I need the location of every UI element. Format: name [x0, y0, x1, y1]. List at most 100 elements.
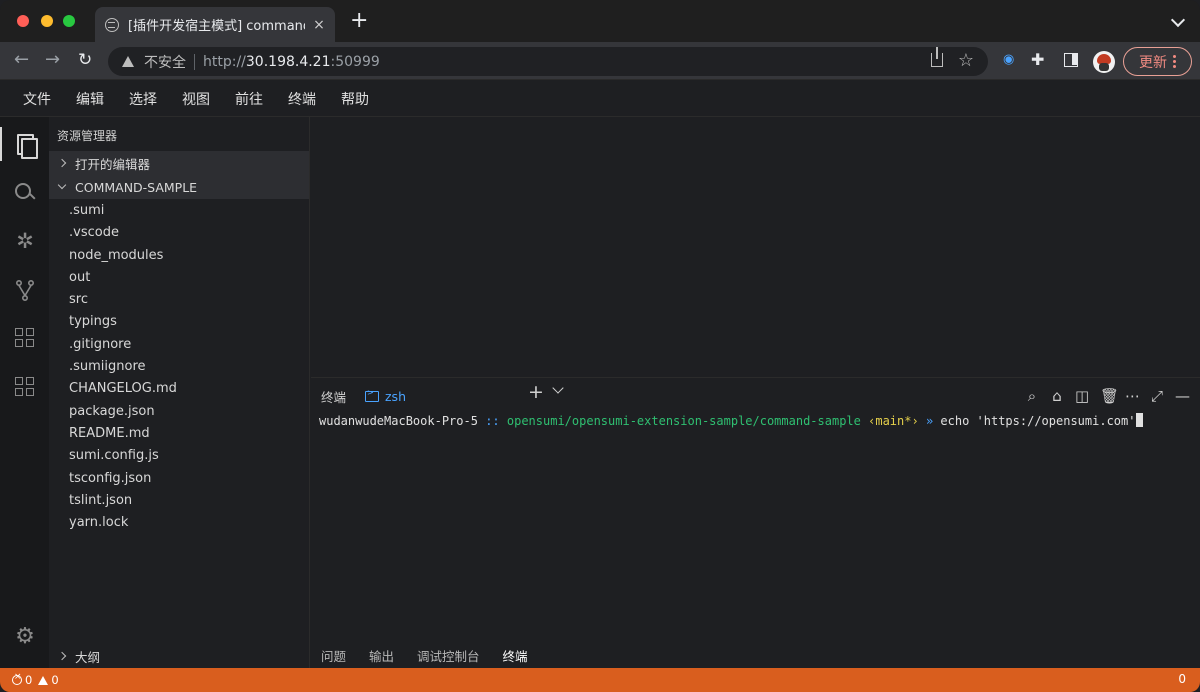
url-host: 30.198.4.21: [245, 53, 331, 70]
terminal-cursor: [1136, 413, 1144, 427]
tab-title: [插件开发宿主模式] command-s: [128, 19, 305, 34]
tab-terminal[interactable]: 终端: [502, 646, 528, 670]
trash-icon[interactable]: 🗑: [1100, 388, 1119, 404]
update-button[interactable]: 更新: [1123, 47, 1192, 76]
outline-section[interactable]: 大纲: [49, 644, 309, 668]
browser-toolbar: ← → ↻ 不安全 http:// 30.198.4.21 :50999 ☆ ◉…: [0, 42, 1200, 80]
maximize-window-button[interactable]: [63, 15, 75, 27]
menu-view[interactable]: 视图: [182, 89, 210, 109]
panel-actions: ⌕ ⌂ ◫ 🗑 ⋯ ⤢ —: [1025, 387, 1200, 405]
file-tree-item[interactable]: node_modules: [69, 245, 177, 267]
tab-search-chevron-icon[interactable]: [1170, 12, 1186, 28]
file-tree-item[interactable]: .sumiignore: [69, 356, 177, 378]
more-icon[interactable]: ⋯: [1125, 388, 1140, 404]
file-tree-item[interactable]: package.json: [69, 401, 177, 423]
maximize-panel-icon[interactable]: ⤢: [1150, 388, 1164, 404]
terminal-command: echo 'https://opensumi.com': [940, 414, 1136, 428]
url-port: :50999: [330, 53, 380, 70]
add-terminal-button[interactable]: +: [528, 381, 544, 403]
terminal-host: wudanwudeMacBook-Pro-5: [319, 414, 478, 428]
reload-button[interactable]: ↻: [78, 51, 92, 69]
menu-file[interactable]: 文件: [23, 89, 51, 109]
chevron-right-icon: [57, 651, 67, 661]
extension-icon[interactable]: ◉: [1003, 52, 1014, 68]
clean-icon[interactable]: ⌂: [1050, 388, 1064, 404]
file-tree-item[interactable]: .vscode: [69, 222, 177, 244]
search-icon[interactable]: [13, 181, 37, 205]
chevron-down-icon: [57, 180, 67, 190]
new-tab-button[interactable]: +: [350, 10, 368, 32]
insecure-label[interactable]: 不安全: [144, 52, 186, 72]
back-button[interactable]: ←: [14, 51, 29, 69]
extensions-grid-icon[interactable]: [13, 375, 37, 399]
warning-icon[interactable]: [122, 56, 134, 67]
activity-bar: ✲ ⚙: [0, 117, 49, 668]
file-tree-item[interactable]: README.md: [69, 423, 177, 445]
browser-titlebar: [插件开发宿主模式] command-s × +: [0, 0, 1200, 42]
share-icon[interactable]: [931, 47, 943, 67]
file-tree-item[interactable]: CHANGELOG.md: [69, 378, 177, 400]
minimize-panel-icon[interactable]: —: [1175, 388, 1190, 404]
terminal-panel-title: 终端: [321, 390, 347, 405]
terminal-git-branch: ‹main*›: [868, 414, 919, 428]
status-right-count[interactable]: 0: [1178, 672, 1186, 686]
terminal-path: opensumi/opensumi-extension-sample/comma…: [506, 414, 861, 428]
file-tree-item[interactable]: typings: [69, 311, 177, 333]
file-tree-item[interactable]: yarn.lock: [69, 512, 177, 534]
kebab-menu-icon: [1173, 55, 1176, 68]
side-panel-icon[interactable]: [1064, 53, 1078, 67]
url-protocol: http://: [203, 53, 246, 70]
search-icon[interactable]: ⌕: [1025, 388, 1039, 404]
puzzle-extensions-icon[interactable]: ✚: [1031, 52, 1044, 68]
update-label: 更新: [1139, 54, 1167, 71]
error-icon: [12, 672, 22, 685]
tab-output[interactable]: 输出: [369, 646, 394, 665]
terminal-tab-zsh[interactable]: zsh: [365, 381, 523, 412]
editor-area[interactable]: [311, 117, 1200, 377]
omnibox-divider: [194, 53, 195, 70]
explorer-title: 资源管理器: [57, 129, 118, 143]
menu-edit[interactable]: 编辑: [76, 89, 104, 109]
terminal-separator: ::: [485, 414, 500, 428]
terminal-icon: [365, 388, 379, 402]
tab-close-icon[interactable]: ×: [313, 17, 325, 33]
project-section[interactable]: COMMAND-SAMPLE: [49, 175, 309, 199]
file-tree-item[interactable]: src: [69, 289, 177, 311]
close-window-button[interactable]: [17, 15, 29, 27]
bottom-panel-tabs: 问题 输出 调试控制台 终端: [311, 643, 1200, 670]
tab-debug-console[interactable]: 调试控制台: [417, 646, 480, 665]
terminal-dropdown-chevron-icon[interactable]: [552, 382, 564, 394]
active-indicator: [0, 127, 2, 161]
file-tree-item[interactable]: tslint.json: [69, 490, 177, 512]
error-count[interactable]: 0: [25, 673, 32, 687]
file-tree-item[interactable]: .gitignore: [69, 334, 177, 356]
forward-button[interactable]: →: [45, 51, 60, 69]
ide-menubar: 文件 编辑 选择 视图 前往 终端 帮助: [0, 81, 1200, 117]
explorer-files-icon[interactable]: [13, 132, 38, 159]
file-tree-item[interactable]: .sumi: [69, 200, 177, 222]
menu-go[interactable]: 前往: [235, 89, 263, 109]
warning-count[interactable]: 0: [51, 673, 58, 687]
terminal-tab-label: zsh: [385, 389, 406, 404]
tab-problems[interactable]: 问题: [321, 646, 346, 665]
settings-gear-icon[interactable]: ⚙: [13, 625, 37, 649]
source-control-icon[interactable]: [13, 278, 37, 302]
minimize-window-button[interactable]: [41, 15, 53, 27]
address-bar[interactable]: 不安全 http:// 30.198.4.21 :50999 ☆: [108, 47, 988, 76]
terminal-prompt-arrow: »: [925, 414, 934, 428]
menu-help[interactable]: 帮助: [341, 89, 369, 109]
file-tree-item[interactable]: tsconfig.json: [69, 468, 177, 490]
outline-label: 大纲: [75, 649, 101, 665]
split-terminal-icon[interactable]: ◫: [1075, 388, 1089, 404]
terminal-prompt-line[interactable]: wudanwudeMacBook-Pro-5 :: opensumi/opens…: [319, 413, 1144, 428]
debug-bug-icon[interactable]: ✲: [13, 229, 37, 253]
bookmark-star-icon[interactable]: ☆: [958, 50, 974, 71]
file-tree-item[interactable]: out: [69, 267, 177, 289]
menu-selection[interactable]: 选择: [129, 89, 157, 109]
file-tree-item[interactable]: sumi.config.js: [69, 445, 177, 467]
profile-avatar[interactable]: [1093, 51, 1115, 73]
browser-tab[interactable]: [插件开发宿主模式] command-s ×: [95, 7, 335, 42]
menu-terminal[interactable]: 终端: [288, 89, 316, 109]
open-editors-section[interactable]: 打开的编辑器: [49, 151, 309, 175]
extensions-grid-icon[interactable]: [13, 326, 37, 350]
